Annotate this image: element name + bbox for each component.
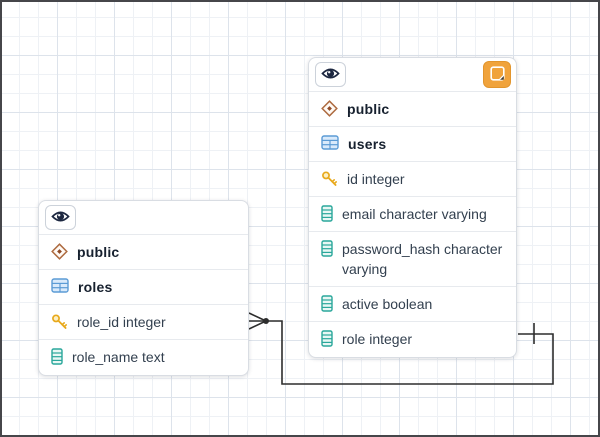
column-icon (321, 330, 333, 347)
column-row: role_name text (39, 340, 248, 375)
eye-button[interactable] (315, 62, 346, 87)
table-name-row: users (309, 127, 516, 162)
schema-icon (321, 100, 338, 117)
column-icon (51, 348, 63, 365)
erd-canvas[interactable]: public roles role_id integer role_name t… (0, 0, 600, 437)
column-row: email character varying (309, 197, 516, 232)
column-row: role integer (309, 322, 516, 357)
column-row: id integer (309, 162, 516, 197)
table-icon (51, 278, 69, 293)
note-button[interactable] (483, 61, 511, 88)
primary-key-icon (51, 313, 68, 330)
column-label: role_id integer (77, 312, 166, 332)
column-row: role_id integer (39, 305, 248, 340)
column-row: password_hash character varying (309, 232, 516, 287)
schema-label: public (347, 99, 389, 119)
schema-row: public (309, 92, 516, 127)
primary-key-icon (321, 170, 338, 187)
table-node-header (309, 58, 516, 92)
note-icon (490, 66, 505, 84)
column-label: role_name text (72, 347, 165, 367)
table-node-users[interactable]: public users id integer email character … (308, 57, 517, 358)
column-row: active boolean (309, 287, 516, 322)
table-icon (321, 135, 339, 150)
eye-icon (51, 209, 70, 227)
column-icon (321, 295, 333, 312)
eye-icon (321, 66, 340, 84)
column-label: id integer (347, 169, 405, 189)
column-label: role integer (342, 329, 412, 349)
column-icon (321, 240, 333, 257)
table-node-roles[interactable]: public roles role_id integer role_name t… (38, 200, 249, 376)
schema-icon (51, 243, 68, 260)
table-name-row: roles (39, 270, 248, 305)
column-icon (321, 205, 333, 222)
column-label: password_hash character varying (342, 239, 508, 279)
schema-label: public (77, 242, 119, 262)
table-name-label: users (348, 134, 386, 154)
table-name-label: roles (78, 277, 112, 297)
table-node-header (39, 201, 248, 235)
column-label: active boolean (342, 294, 432, 314)
schema-row: public (39, 235, 248, 270)
column-label: email character varying (342, 204, 487, 224)
eye-button[interactable] (45, 205, 76, 230)
